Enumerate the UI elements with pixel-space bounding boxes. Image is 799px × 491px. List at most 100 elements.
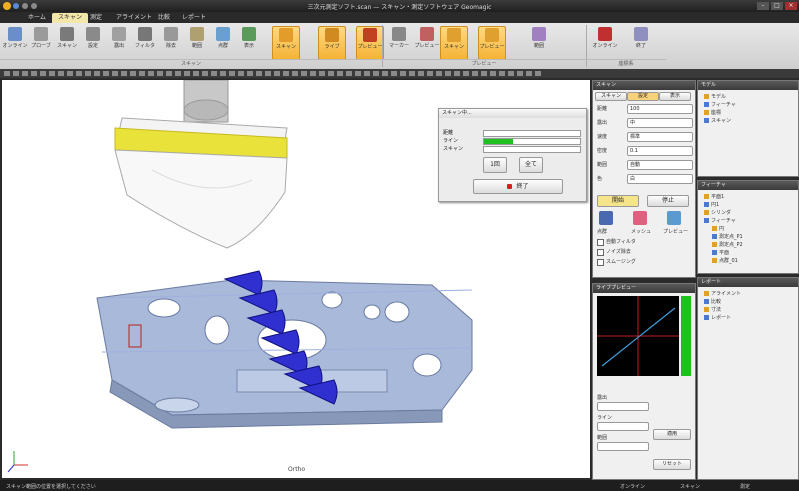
toolbar-icon[interactable]: [112, 71, 118, 76]
toolbar-icon[interactable]: [400, 71, 406, 76]
ribbon-button-5[interactable]: フィルタ: [132, 26, 158, 58]
toolbar-icon[interactable]: [364, 71, 370, 76]
ribbon-button-14[interactable]: プレビュー: [414, 26, 440, 58]
apply-button[interactable]: 適用: [653, 429, 691, 440]
single-step-button[interactable]: 1回: [483, 157, 507, 173]
tab-scan-config[interactable]: 設定: [627, 92, 659, 101]
toolbar-icon[interactable]: [418, 71, 424, 76]
toolbar-icon[interactable]: [499, 71, 505, 76]
toolbar-icon[interactable]: [229, 71, 235, 76]
close-icon[interactable]: ×: [785, 2, 797, 10]
toolbar-icon[interactable]: [346, 71, 352, 76]
ribbon-button-3[interactable]: 設定: [80, 26, 106, 58]
toolbar-icon[interactable]: [274, 71, 280, 76]
toolbar-icon[interactable]: [319, 71, 325, 76]
tree-item[interactable]: 測定点_P2: [712, 241, 743, 248]
live-field-0[interactable]: [597, 402, 649, 411]
toolbar-icon[interactable]: [130, 71, 136, 76]
tab-scan[interactable]: スキャン: [52, 13, 89, 23]
ribbon-button-10[interactable]: スキャン: [272, 26, 300, 60]
ribbon-button-16[interactable]: プレビュー: [478, 26, 506, 60]
tree-item[interactable]: 円: [712, 225, 724, 232]
toolbar-icon[interactable]: [58, 71, 64, 76]
toolbar-icon[interactable]: [337, 71, 343, 76]
toolbar-icon[interactable]: [22, 71, 28, 76]
all-step-button[interactable]: 全て: [519, 157, 543, 173]
ribbon-button-0[interactable]: オンライン: [2, 26, 28, 58]
toolbar-icon[interactable]: [391, 71, 397, 76]
toolbar-icon[interactable]: [40, 71, 46, 76]
live-field-1[interactable]: [597, 422, 649, 431]
toolbar-icon[interactable]: [409, 71, 415, 76]
toolbar-icon[interactable]: [517, 71, 523, 76]
tree-item[interactable]: フィーチャ: [704, 101, 736, 108]
field-value-4[interactable]: 自動: [627, 160, 693, 170]
field-value-1[interactable]: 中: [627, 118, 693, 128]
ribbon-button-19[interactable]: 終了: [628, 26, 654, 58]
toolbar-icon[interactable]: [445, 71, 451, 76]
toolbar-icon[interactable]: [310, 71, 316, 76]
maximize-icon[interactable]: □: [771, 2, 783, 10]
reset-button[interactable]: リセット: [653, 459, 691, 470]
toolbar-icon[interactable]: [490, 71, 496, 76]
tree-item[interactable]: 寸法: [704, 306, 721, 313]
ribbon-button-1[interactable]: プローブ: [28, 26, 54, 58]
tree-item[interactable]: 座標: [704, 109, 721, 116]
toolbar-icon[interactable]: [202, 71, 208, 76]
toolbar-icon[interactable]: [85, 71, 91, 76]
checkbox[interactable]: [597, 249, 604, 256]
toolbar-icon[interactable]: [13, 71, 19, 76]
toolbar-icon[interactable]: [508, 71, 514, 76]
tab-home[interactable]: ホーム: [22, 13, 52, 23]
toolbar-icon[interactable]: [121, 71, 127, 76]
toolbar-icon[interactable]: [301, 71, 307, 76]
tree-item[interactable]: 円1: [704, 201, 719, 208]
toolbar-icon[interactable]: [238, 71, 244, 76]
toolbar-icon[interactable]: [526, 71, 532, 76]
toolbar-icon[interactable]: [283, 71, 289, 76]
live-field-2[interactable]: [597, 442, 649, 451]
toolbar-icon[interactable]: [211, 71, 217, 76]
toolbar-icon[interactable]: [436, 71, 442, 76]
tree-item[interactable]: 比較: [704, 298, 721, 305]
toolbar-icon[interactable]: [463, 71, 469, 76]
toolbar-icon[interactable]: [247, 71, 253, 76]
toolbar-icon[interactable]: [4, 71, 10, 76]
ribbon-button-12[interactable]: プレビュー: [356, 26, 384, 60]
field-value-5[interactable]: 白: [627, 174, 693, 184]
tab-scan-settings[interactable]: スキャン: [595, 92, 627, 101]
toolbar-icon[interactable]: [175, 71, 181, 76]
field-value-0[interactable]: 100: [627, 104, 693, 114]
toolbar-icon[interactable]: [427, 71, 433, 76]
mesh-icon[interactable]: [633, 211, 647, 225]
toolbar-icon[interactable]: [157, 71, 163, 76]
toolbar-icon[interactable]: [472, 71, 478, 76]
stop-scan-button[interactable]: 終了: [473, 179, 563, 194]
field-value-3[interactable]: 0.1: [627, 146, 693, 156]
toolbar-icon[interactable]: [265, 71, 271, 76]
tree-item[interactable]: 平面: [712, 249, 729, 256]
stop-button[interactable]: 停止: [647, 195, 689, 207]
tab-scan-view[interactable]: 表示: [659, 92, 691, 101]
toolbar-icon[interactable]: [355, 71, 361, 76]
toolbar-icon[interactable]: [382, 71, 388, 76]
tab-measure[interactable]: 測定: [84, 13, 108, 23]
tree-item[interactable]: 測定点_P1: [712, 233, 743, 240]
ribbon-button-2[interactable]: スキャン: [54, 26, 80, 58]
tree-item[interactable]: モデル: [704, 93, 726, 100]
ribbon-button-11[interactable]: ライブ: [318, 26, 346, 60]
checkbox[interactable]: [597, 239, 604, 246]
toolbar-icon[interactable]: [256, 71, 262, 76]
toolbar-icon[interactable]: [67, 71, 73, 76]
checkbox[interactable]: [597, 259, 604, 266]
toolbar-icon[interactable]: [220, 71, 226, 76]
toolbar-icon[interactable]: [373, 71, 379, 76]
tree-item[interactable]: スキャン: [704, 117, 731, 124]
3d-viewport[interactable]: Ortho スキャン中... 距離 ライン スキャン 1回 全て 終了: [2, 80, 590, 478]
ribbon-button-9[interactable]: 表示: [236, 26, 262, 58]
ribbon-button-4[interactable]: 露出: [106, 26, 132, 58]
minimize-icon[interactable]: –: [757, 2, 769, 10]
tab-report[interactable]: レポート: [176, 13, 212, 23]
tree-item[interactable]: 点群_01: [712, 257, 738, 264]
tab-alignment[interactable]: アライメント: [110, 13, 158, 23]
